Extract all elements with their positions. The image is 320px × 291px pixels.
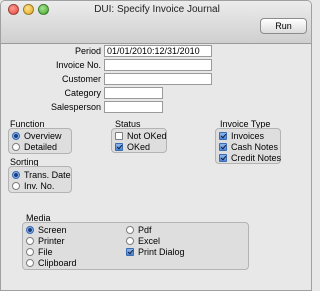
oked-label: OKed — [127, 141, 151, 152]
title-bar: DUI: Specify Invoice Journal Run — [1, 1, 311, 44]
credit-notes-checkbox[interactable] — [219, 153, 227, 162]
status-not-oked-option[interactable]: Not OKed — [115, 130, 167, 141]
pdf-label: Pdf — [138, 224, 152, 235]
inv-no-radio[interactable] — [12, 181, 20, 190]
invoice-type-invoices-option[interactable]: Invoices — [219, 130, 264, 141]
media-pdf-option[interactable]: Pdf — [126, 224, 152, 235]
period-label: Period — [74, 46, 101, 56]
media-group: Screen Printer File Clipboard Pdf Excel … — [22, 222, 249, 270]
media-file-option[interactable]: File — [26, 246, 53, 257]
file-radio[interactable] — [26, 247, 34, 256]
sorting-inv-no-option[interactable]: Inv. No. — [12, 180, 54, 191]
window-title: DUI: Specify Invoice Journal — [94, 4, 220, 15]
status-oked-option[interactable]: OKed — [115, 141, 150, 152]
invoices-label: Invoices — [231, 130, 265, 141]
credit-notes-label: Credit Notes — [231, 152, 282, 163]
file-label: File — [38, 246, 53, 257]
invoice-type-credit-notes-option[interactable]: Credit Notes — [219, 152, 281, 163]
print-dialog-checkbox[interactable] — [126, 247, 134, 256]
period-field[interactable] — [104, 45, 212, 57]
detailed-radio[interactable] — [12, 142, 20, 151]
sorting-trans-date-option[interactable]: Trans. Date — [12, 169, 71, 180]
print-dialog-label: Print Dialog — [138, 246, 185, 257]
category-field[interactable] — [104, 87, 163, 99]
customer-label: Customer — [61, 74, 101, 84]
media-printer-option[interactable]: Printer — [26, 235, 65, 246]
overview-radio[interactable] — [12, 131, 20, 140]
cash-notes-checkbox[interactable] — [219, 142, 227, 151]
not-oked-label: Not OKed — [127, 130, 167, 141]
clipboard-label: Clipboard — [38, 257, 77, 268]
screen-radio[interactable] — [26, 225, 34, 234]
salesperson-label: Salesperson — [50, 102, 101, 112]
excel-label: Excel — [138, 235, 161, 246]
run-button[interactable]: Run — [260, 18, 307, 34]
printer-radio[interactable] — [26, 236, 34, 245]
media-screen-option[interactable]: Screen — [26, 224, 67, 235]
customer-field[interactable] — [104, 73, 212, 85]
salesperson-field[interactable] — [104, 101, 163, 113]
cash-notes-label: Cash Notes — [231, 141, 279, 152]
oked-checkbox[interactable] — [115, 142, 123, 151]
printer-label: Printer — [38, 235, 65, 246]
status-group: Not OKed OKed — [111, 128, 167, 153]
clipboard-radio[interactable] — [26, 258, 34, 267]
media-clipboard-option[interactable]: Clipboard — [26, 257, 77, 268]
screen-label: Screen — [38, 224, 67, 235]
sorting-group: Trans. Date Inv. No. — [8, 166, 72, 193]
function-detailed-option[interactable]: Detailed — [12, 141, 57, 152]
media-excel-option[interactable]: Excel — [126, 235, 160, 246]
pdf-radio[interactable] — [126, 225, 134, 234]
media-print-dialog-option[interactable]: Print Dialog — [126, 246, 185, 257]
invoices-checkbox[interactable] — [219, 131, 227, 140]
category-label: Category — [64, 88, 101, 98]
not-oked-checkbox[interactable] — [115, 131, 123, 140]
function-overview-option[interactable]: Overview — [12, 130, 62, 141]
trans-date-radio[interactable] — [12, 170, 20, 179]
excel-radio[interactable] — [126, 236, 134, 245]
trans-date-label: Trans. Date — [24, 169, 71, 180]
function-group: Overview Detailed — [8, 128, 72, 154]
invoice-no-field[interactable] — [104, 59, 212, 71]
inv-no-label: Inv. No. — [24, 180, 55, 191]
invoice-type-cash-notes-option[interactable]: Cash Notes — [219, 141, 278, 152]
invoice-type-group: Invoices Cash Notes Credit Notes — [215, 128, 281, 164]
report-window: DUI: Specify Invoice Journal Run Period … — [0, 0, 312, 291]
invoice-no-label: Invoice No. — [55, 60, 101, 70]
detailed-label: Detailed — [24, 141, 58, 152]
overview-label: Overview — [24, 130, 62, 141]
